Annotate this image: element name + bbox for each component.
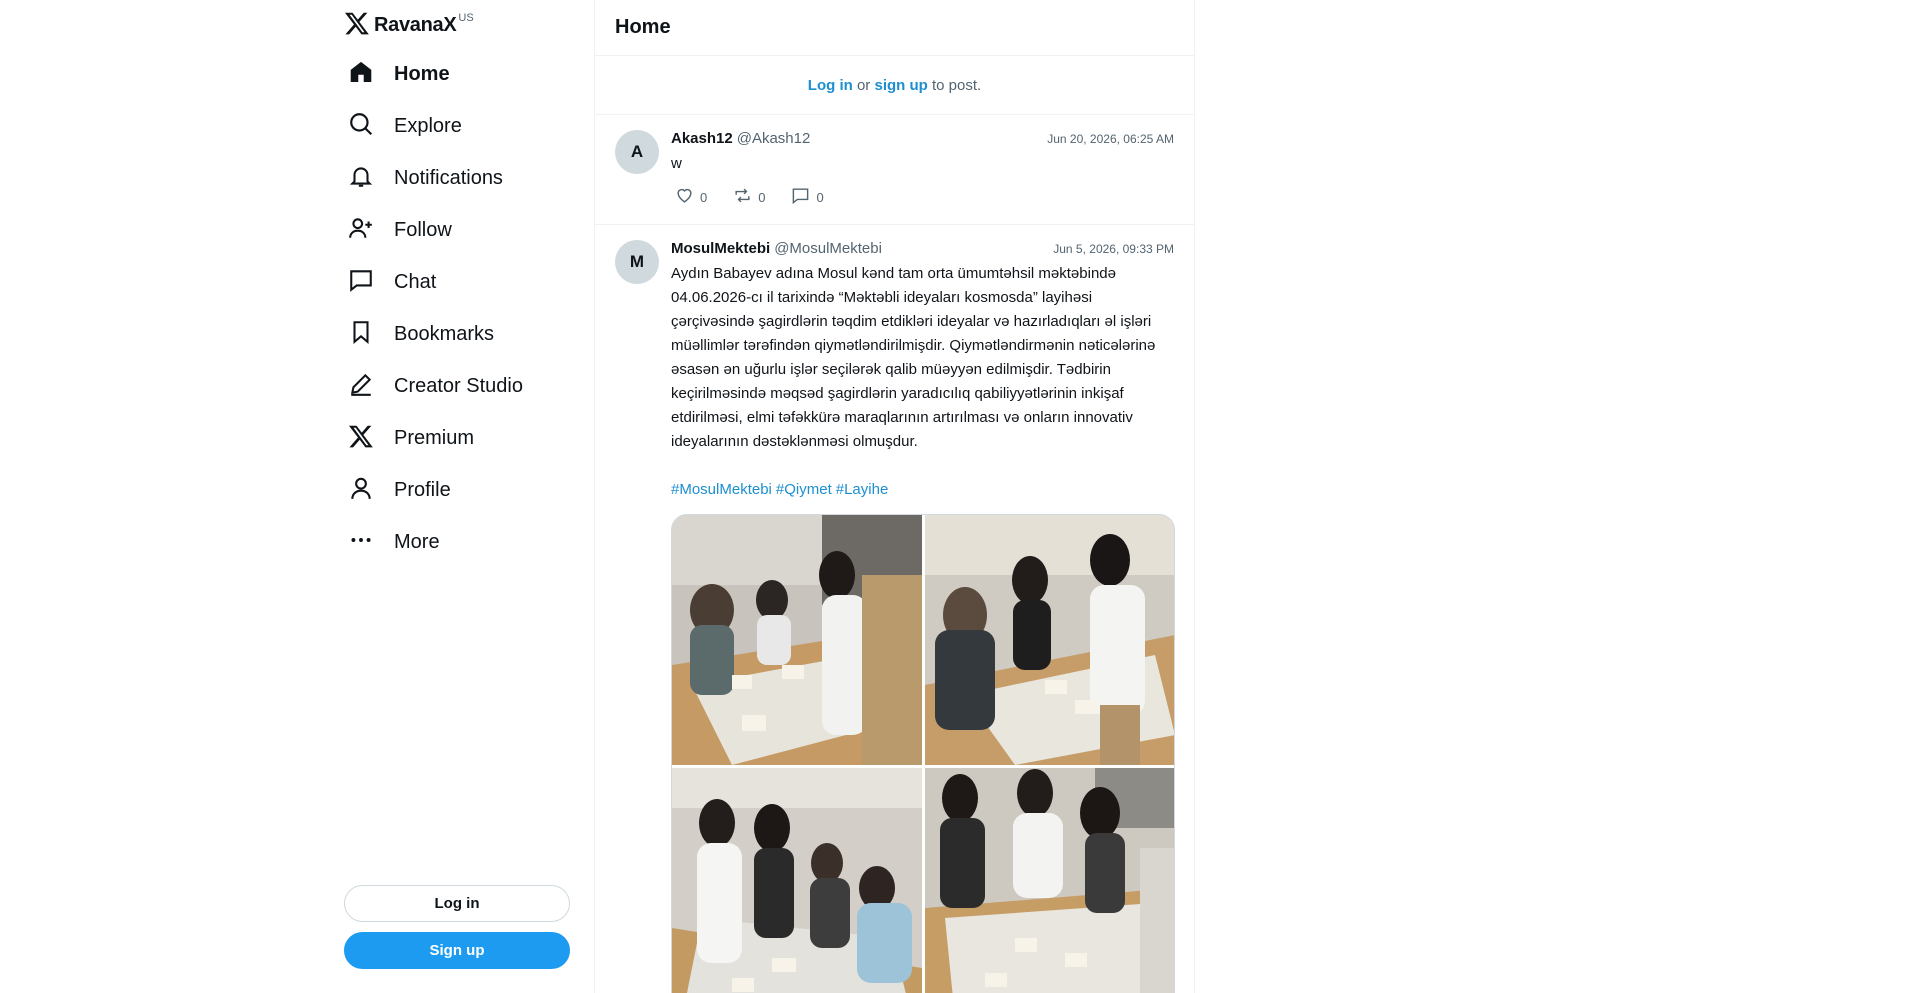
main-column: Home Log in or sign up to post. A Akash1… bbox=[594, 0, 1195, 993]
nav-item-profile[interactable]: Profile bbox=[344, 464, 596, 516]
login-prompt-suffix: to post. bbox=[927, 76, 982, 94]
post-author[interactable]: MosulMektebi bbox=[671, 240, 770, 257]
login-button[interactable]: Log in bbox=[344, 885, 570, 922]
nav-label: Profile bbox=[394, 478, 451, 501]
nav-item-creator-studio[interactable]: Creator Studio bbox=[344, 360, 596, 412]
nav-label: Bookmarks bbox=[394, 322, 495, 345]
home-icon bbox=[348, 59, 374, 90]
nav-item-chat[interactable]: Chat bbox=[344, 256, 596, 308]
post-photo[interactable] bbox=[672, 768, 922, 993]
bell-icon bbox=[348, 163, 374, 194]
nav-label: Creator Studio bbox=[394, 374, 523, 397]
post-handle[interactable]: @Akash12 bbox=[737, 130, 811, 147]
signup-link[interactable]: sign up bbox=[874, 77, 927, 94]
post-header: MosulMektebi @MosulMektebi Jun 5, 2026, … bbox=[671, 240, 1174, 260]
post-header: Akash12 @Akash12 Jun 20, 2026, 06:25 AM bbox=[671, 130, 1174, 150]
post[interactable]: M MosulMektebi @MosulMektebi Jun 5, 2026… bbox=[595, 225, 1194, 993]
nav-item-bookmarks[interactable]: Bookmarks bbox=[344, 308, 596, 360]
repost-button[interactable]: 0 bbox=[729, 186, 765, 208]
nav-label: Explore bbox=[394, 114, 462, 137]
post-photo[interactable] bbox=[672, 515, 922, 765]
hashtag-link[interactable]: #Qiymet bbox=[776, 481, 832, 498]
x-logo-icon bbox=[344, 10, 370, 41]
avatar[interactable]: A bbox=[615, 130, 659, 174]
sidebar: RavanaX US Home Explore Notifications Fo… bbox=[344, 0, 596, 993]
nav-label: Home bbox=[394, 62, 450, 85]
avatar[interactable]: M bbox=[615, 240, 659, 284]
nav-item-home[interactable]: Home bbox=[344, 48, 596, 100]
heart-icon bbox=[675, 186, 700, 208]
brand[interactable]: RavanaX US bbox=[344, 12, 474, 38]
post-hashtags: #MosulMektebi #Qiymet #Layihe bbox=[671, 478, 1174, 502]
nav-item-follow[interactable]: Follow bbox=[344, 204, 596, 256]
search-icon bbox=[348, 111, 374, 142]
reply-count: 0 bbox=[816, 189, 824, 205]
signup-button[interactable]: Sign up bbox=[344, 932, 570, 969]
pen-icon bbox=[348, 371, 374, 402]
post-date: Jun 5, 2026, 09:33 PM bbox=[1053, 242, 1174, 256]
reply-button[interactable]: 0 bbox=[787, 186, 824, 208]
brand-name: RavanaX bbox=[374, 13, 457, 36]
x-logo-icon bbox=[348, 423, 374, 454]
person-add-icon bbox=[348, 215, 374, 246]
login-prompt-or: or bbox=[852, 76, 875, 94]
post-media-grid bbox=[671, 514, 1175, 993]
bookmark-icon bbox=[348, 319, 374, 350]
post[interactable]: A Akash12 @Akash12 Jun 20, 2026, 06:25 A… bbox=[595, 115, 1194, 225]
login-link[interactable]: Log in bbox=[808, 77, 853, 94]
like-count: 0 bbox=[700, 189, 708, 205]
post-handle[interactable]: @MosulMektebi bbox=[774, 240, 882, 257]
post-actions: 0 0 0 bbox=[671, 182, 1174, 212]
page-title: Home bbox=[615, 16, 671, 38]
nav-label: Chat bbox=[394, 270, 437, 293]
post-author[interactable]: Akash12 bbox=[671, 130, 733, 147]
post-photo[interactable] bbox=[925, 768, 1174, 993]
comment-icon bbox=[791, 186, 816, 208]
like-button[interactable]: 0 bbox=[671, 186, 707, 208]
nav-item-explore[interactable]: Explore bbox=[344, 100, 596, 152]
post-text: Aydın Babayev adına Mosul kənd tam orta … bbox=[671, 265, 1160, 450]
person-icon bbox=[348, 475, 374, 506]
main-nav: Home Explore Notifications Follow Chat B… bbox=[344, 48, 596, 568]
post-photo[interactable] bbox=[925, 515, 1174, 765]
login-prompt: Log in or sign up to post. bbox=[595, 56, 1194, 115]
nav-item-premium[interactable]: Premium bbox=[344, 412, 596, 464]
brand-region: US bbox=[458, 12, 474, 24]
repost-icon bbox=[733, 186, 758, 208]
hashtag-link[interactable]: #Layihe bbox=[836, 481, 889, 498]
page-header: Home bbox=[595, 0, 1194, 56]
more-dots-icon bbox=[348, 527, 374, 558]
post-text: w bbox=[671, 155, 682, 172]
nav-label: Follow bbox=[394, 218, 452, 241]
nav-label: Notifications bbox=[394, 166, 503, 189]
nav-item-more[interactable]: More bbox=[344, 516, 596, 568]
nav-item-notifications[interactable]: Notifications bbox=[344, 152, 596, 204]
nav-label: Premium bbox=[394, 426, 475, 449]
repost-count: 0 bbox=[758, 189, 766, 205]
chat-bubble-icon bbox=[348, 267, 374, 298]
post-date: Jun 20, 2026, 06:25 AM bbox=[1047, 132, 1174, 146]
nav-label: More bbox=[394, 530, 440, 553]
hashtag-link[interactable]: #MosulMektebi bbox=[671, 481, 772, 498]
